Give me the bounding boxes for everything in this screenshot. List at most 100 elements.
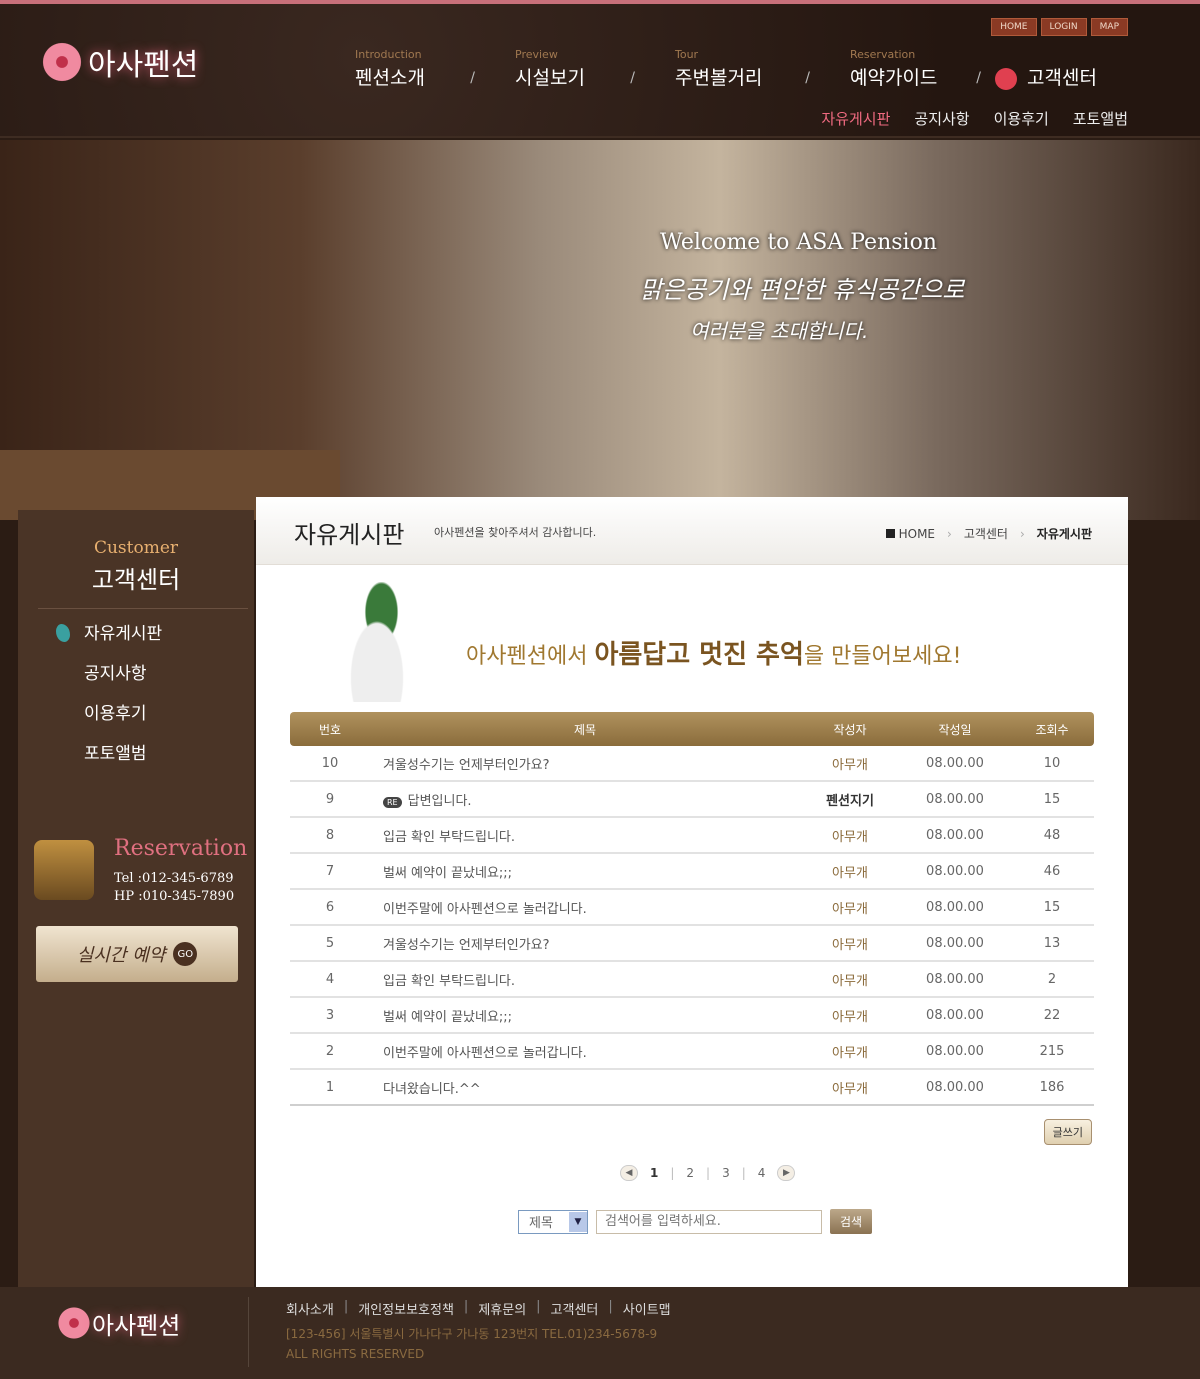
chevron-right-icon: › <box>1019 526 1025 541</box>
separator: | <box>343 1299 349 1314</box>
footer-link[interactable]: 제휴문의 <box>478 1299 526 1318</box>
table-row[interactable]: 2 이번주말에 아사펜션으로 놀러갑니다. 아무개 08.00.00 215 <box>290 1034 1094 1070</box>
promo-bold: 아름답고 멋진 추억 <box>594 640 804 670</box>
board-list: 10 겨울성수기는 언제부터인가요? 아무개 08.00.00 10 9 RE 답변… <box>290 746 1094 1106</box>
nav-tour[interactable]: Tour 주변볼거리 / <box>675 48 850 90</box>
nav-ko: 예약가이드 <box>850 67 938 89</box>
row-title[interactable]: 벌써 예약이 끝났네요;;; <box>370 862 800 881</box>
table-row[interactable]: 6 이번주말에 아사펜션으로 놀러갑니다. 아무개 08.00.00 15 <box>290 890 1094 926</box>
row-number: 1 <box>325 1079 335 1095</box>
row-date: 08.00.00 <box>926 863 984 879</box>
separator: | <box>536 1299 541 1314</box>
subnav-free-board[interactable]: 자유게시판 <box>821 108 890 129</box>
sidebar-item-reviews[interactable]: 이용후기 <box>84 700 162 740</box>
table-row[interactable]: 1 다녀왔습니다.^^ 아무개 08.00.00 186 <box>290 1070 1094 1106</box>
sidebar-item-notice[interactable]: 공지사항 <box>84 660 162 700</box>
row-author: 아무개 <box>832 757 868 773</box>
crumb-label: HOME <box>898 526 935 541</box>
page-1[interactable]: 1 <box>650 1166 658 1180</box>
col-title: 제목 <box>573 722 597 737</box>
row-title[interactable]: 이번주말에 아사펜션으로 놀러갑니다. <box>370 1042 800 1061</box>
home-link[interactable]: HOME <box>991 18 1037 36</box>
logo[interactable]: 아사펜션 <box>40 40 198 84</box>
sidebar-item-free-board[interactable]: 자유게시판 <box>84 620 162 660</box>
sidebar-item-photo-album[interactable]: 포토앨범 <box>84 740 162 780</box>
nav-preview[interactable]: Preview 시설보기 / <box>515 48 675 90</box>
separator: / <box>470 70 475 86</box>
subnav-reviews[interactable]: 이용후기 <box>994 108 1049 129</box>
row-title[interactable]: 이번주말에 아사펜션으로 놀러갑니다. <box>370 898 800 917</box>
subnav-notice[interactable]: 공지사항 <box>914 108 969 129</box>
row-title[interactable]: RE 답변입니다. <box>370 790 800 809</box>
map-link[interactable]: MAP <box>1090 18 1128 36</box>
row-date: 08.00.00 <box>926 1043 984 1059</box>
nav-reservation[interactable]: Reservation 예약가이드 / <box>850 48 995 90</box>
row-author: 아무개 <box>832 829 868 845</box>
row-date: 08.00.00 <box>926 791 984 807</box>
table-row[interactable]: 4 입금 확인 부탁드립니다. 아무개 08.00.00 2 <box>290 962 1094 998</box>
utility-links: HOME LOGIN MAP <box>991 18 1128 36</box>
row-title-text: 겨울성수기는 언제부터인가요? <box>383 757 550 773</box>
row-author: 아무개 <box>832 1009 868 1025</box>
col-author: 작성자 <box>833 722 867 737</box>
footer-link[interactable]: 회사소개 <box>286 1299 334 1318</box>
row-title[interactable]: 입금 확인 부탁드립니다. <box>370 970 800 989</box>
page-2[interactable]: 2 <box>686 1166 694 1180</box>
subnav-photo-album[interactable]: 포토앨범 <box>1073 108 1128 129</box>
row-title-text: 벌써 예약이 끝났네요;;; <box>383 865 513 881</box>
row-title[interactable]: 겨울성수기는 언제부터인가요? <box>370 754 800 773</box>
table-row[interactable]: 9 RE 답변입니다. 펜션지기 08.00.00 15 <box>290 782 1094 818</box>
next-page-button[interactable]: ▶ <box>777 1165 796 1181</box>
page-4[interactable]: 4 <box>758 1166 766 1180</box>
row-author: 아무개 <box>832 937 868 953</box>
realtime-reservation-button[interactable]: 실시간 예약 GO <box>36 926 238 982</box>
search-input[interactable] <box>596 1209 822 1234</box>
row-title[interactable]: 다녀왔습니다.^^ <box>370 1078 800 1097</box>
page-3[interactable]: 3 <box>722 1166 730 1180</box>
row-number: 8 <box>325 827 335 843</box>
nav-en: Introduction <box>355 48 422 61</box>
separator: | <box>670 1166 675 1180</box>
table-row[interactable]: 3 벌써 예약이 끝났네요;;; 아무개 08.00.00 22 <box>290 998 1094 1034</box>
prev-page-button[interactable]: ◀ <box>620 1165 638 1181</box>
search-field-select[interactable]: 제목 ▼ <box>518 1209 588 1234</box>
write-button[interactable]: 글쓰기 <box>1043 1119 1092 1145</box>
table-row[interactable]: 5 겨울성수기는 언제부터인가요? 아무개 08.00.00 13 <box>290 926 1094 962</box>
row-number: 5 <box>325 935 335 951</box>
row-date: 08.00.00 <box>926 755 984 771</box>
breadcrumb-customer[interactable]: 고객센터 <box>964 525 1008 542</box>
row-number: 9 <box>325 791 335 807</box>
row-title[interactable]: 벌써 예약이 끝났네요;;; <box>370 1006 800 1025</box>
row-views: 15 <box>1043 791 1061 807</box>
nav-en: Reservation <box>850 48 916 61</box>
footer-link[interactable]: 고객센터 <box>551 1299 599 1318</box>
sidebar-title: 고객센터 <box>91 566 181 594</box>
table-row[interactable]: 8 입금 확인 부탁드립니다. 아무개 08.00.00 48 <box>290 818 1094 854</box>
row-title[interactable]: 겨울성수기는 언제부터인가요? <box>370 934 800 953</box>
table-row[interactable]: 10 겨울성수기는 언제부터인가요? 아무개 08.00.00 10 <box>290 746 1094 782</box>
footer-address: [123-456] 서울특별시 가나다구 가나동 123번지 TEL.01)23… <box>286 1327 658 1341</box>
login-link[interactable]: LOGIN <box>1040 18 1087 36</box>
row-number: 7 <box>325 863 335 879</box>
search-button[interactable]: 검색 <box>830 1209 873 1234</box>
main-nav: Introduction 펜션소개 / Preview 시설보기 / Tour 주변볼거리… <box>355 48 1135 90</box>
banner-welcome: Welcome to ASA Pension <box>660 230 937 255</box>
row-title[interactable]: 입금 확인 부탁드립니다. <box>370 826 800 845</box>
butterfly-icon <box>56 624 70 642</box>
nav-customer[interactable]: 고객센터 <box>995 61 1135 90</box>
footer-link[interactable]: 개인정보보호정책 <box>358 1299 454 1318</box>
promo-post: 을 만들어보세요! <box>803 644 962 669</box>
footer-link[interactable]: 사이트맵 <box>623 1299 671 1318</box>
col-date: 작성일 <box>938 722 972 737</box>
col-views: 조회수 <box>1035 722 1069 737</box>
nav-introduction[interactable]: Introduction 펜션소개 / <box>355 48 515 90</box>
row-number: 2 <box>325 1043 335 1059</box>
sub-nav: 자유게시판 공지사항 이용후기 포토앨범 <box>821 108 1128 129</box>
page-subtitle: 아사펜션을 찾아주셔서 감사합니다. <box>434 526 597 539</box>
breadcrumb-home[interactable]: HOME <box>885 526 935 541</box>
row-views: 15 <box>1043 899 1061 915</box>
table-row[interactable]: 7 벌써 예약이 끝났네요;;; 아무개 08.00.00 46 <box>290 854 1094 890</box>
apple-icon <box>995 67 1017 90</box>
footer: 아사펜션 회사소개 | 개인정보보호정책 | 제휴문의 | 고객센터 | 사이트맵 [123-4… <box>0 1287 1200 1379</box>
nav-ko: 고객센터 <box>1027 67 1097 89</box>
